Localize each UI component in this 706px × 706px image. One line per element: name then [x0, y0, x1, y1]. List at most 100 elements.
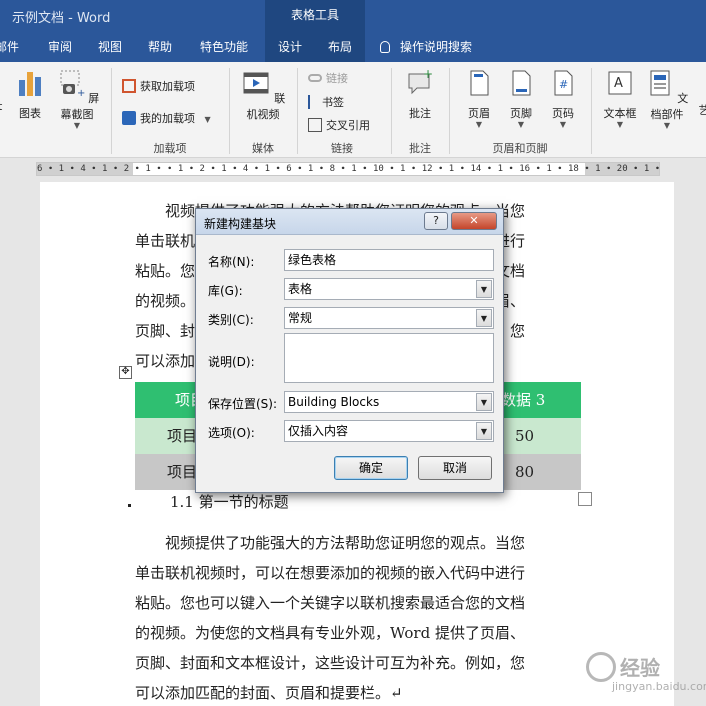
store-icon: [122, 79, 136, 93]
cross-reference-icon: [308, 118, 322, 132]
chevron-down-icon: ▼: [616, 120, 624, 129]
tab-design[interactable]: 设计: [265, 30, 315, 62]
my-addins-label: 我的加载项: [140, 112, 195, 125]
svg-text:+: +: [77, 88, 85, 98]
group-label-links: 链接: [331, 142, 353, 155]
options-label: 选项(O):: [208, 426, 255, 440]
chevron-down-icon[interactable]: ▼: [476, 309, 492, 327]
category-label: 类别(C):: [208, 313, 254, 327]
get-addins-label: 获取加载项: [140, 80, 195, 93]
watermark-url: jingyan.baidu.com: [612, 680, 706, 693]
film-icon: [243, 72, 269, 94]
paragraph-line: 页脚、封面和文本框设计，这些设计可互为补充。例如，您: [135, 654, 526, 672]
chevron-down-icon: ▼: [559, 120, 567, 129]
chevron-down-icon[interactable]: ▼: [476, 393, 492, 411]
baidu-paw-logo-icon: [586, 652, 616, 682]
dialog-title: 新建构建基块: [204, 217, 277, 231]
textbox-icon: A: [608, 71, 632, 95]
get-addins-button[interactable]: 获取加载项: [122, 78, 195, 94]
footer-label: 页脚: [510, 107, 532, 120]
description-label: 说明(D):: [208, 355, 255, 369]
help-button[interactable]: ?: [424, 212, 448, 230]
table-resize-handle[interactable]: [578, 492, 592, 506]
header-button[interactable]: 页眉 ▼: [462, 68, 496, 129]
table-cell[interactable]: 80: [515, 454, 534, 490]
options-value: 仅插入内容: [288, 424, 349, 438]
description-field[interactable]: [284, 333, 494, 383]
group-divider: [297, 68, 298, 154]
addins-cube-icon: [122, 111, 136, 125]
cancel-button[interactable]: 取消: [418, 456, 492, 480]
paragraph-line: 视频提供了功能强大的方法帮助您证明您的观点。当您: [165, 534, 526, 552]
ok-button[interactable]: 确定: [334, 456, 408, 480]
gallery-label: 库(G):: [208, 284, 243, 298]
tab-view[interactable]: 视图: [86, 30, 134, 62]
quick-parts-button[interactable]: 文档部件 ▼: [642, 68, 692, 130]
table-cell[interactable]: 项目: [167, 454, 197, 490]
link-label: 链接: [326, 72, 348, 85]
tab-mailings[interactable]: 邮件: [0, 30, 22, 62]
horizontal-ruler[interactable]: 6 ∙ 1 ∙ 4 ∙ 1 ∙ 2 ∙ 1 ∙ ∙ 1 ∙ 2 ∙ 1 ∙ 4 …: [36, 162, 660, 176]
chevron-down-icon[interactable]: ▼: [476, 280, 492, 298]
insert-cut-label[interactable]: t: [0, 100, 2, 113]
context-tool-label: 表格工具: [265, 0, 365, 30]
dialog-body: 名称(N): 绿色表格 库(G): 表格 ▼ 类别(C): 常规 ▼ 说明(D)…: [200, 237, 500, 489]
title-bar: 示例文档 - Word 表格工具: [0, 0, 706, 30]
chart-icon: [19, 72, 41, 96]
comment-button[interactable]: + 批注: [402, 67, 438, 121]
tab-help[interactable]: 帮助: [136, 30, 184, 62]
page-number-button[interactable]: # 页码 ▼: [546, 68, 580, 129]
gallery-select[interactable]: 表格 ▼: [284, 278, 494, 300]
section-heading[interactable]: 1.1 第一节的标题: [170, 491, 289, 512]
tab-special-features[interactable]: 特色功能: [190, 30, 258, 62]
page-number-label: 页码: [552, 107, 574, 120]
table-cell[interactable]: 项目: [167, 418, 197, 454]
online-video-button[interactable]: 联机视频: [236, 68, 290, 122]
name-field[interactable]: 绿色表格: [284, 249, 494, 271]
chevron-down-icon[interactable]: ▼: [476, 422, 492, 440]
lightbulb-icon: [380, 41, 390, 53]
link-icon: [308, 74, 322, 82]
wordart-cut-label[interactable]: 艺: [694, 102, 706, 118]
textbox-button[interactable]: A 文本框 ▼: [600, 68, 640, 129]
tell-me-label: 操作说明搜索: [400, 40, 473, 54]
bookmark-flag-icon: [308, 95, 318, 109]
svg-text:A: A: [614, 76, 623, 91]
svg-text:+: +: [423, 68, 433, 81]
screenshot-icon: +: [60, 70, 85, 99]
tab-layout[interactable]: 布局: [315, 30, 365, 62]
save-in-select[interactable]: Building Blocks ▼: [284, 391, 494, 413]
paragraph-2[interactable]: 视频提供了功能强大的方法帮助您证明您的观点。当您 单击联机视频时，可以在想要添加…: [135, 528, 579, 706]
gallery-value: 表格: [288, 282, 313, 296]
link-button[interactable]: 链接: [308, 70, 348, 86]
my-addins-button[interactable]: 我的加载项 ▼: [122, 110, 211, 126]
chart-button[interactable]: 图表: [14, 68, 46, 121]
watermark-text: 经验: [620, 656, 660, 680]
paragraph-line: 粘贴。您也可以键入一个关键字以联机搜索最适合您的文档: [135, 594, 526, 612]
name-label: 名称(N):: [208, 255, 255, 269]
paragraph-line: 可以添加匹配的封面、页眉和提要栏。↵: [135, 684, 403, 702]
tab-review[interactable]: 审阅: [36, 30, 84, 62]
group-label-comments: 批注: [409, 142, 431, 155]
cross-reference-button[interactable]: 交叉引用: [308, 117, 370, 133]
group-label-header-footer: 页眉和页脚: [492, 142, 548, 155]
options-select[interactable]: 仅插入内容 ▼: [284, 420, 494, 442]
group-label-addins: 加载项: [153, 142, 187, 155]
chevron-down-icon: ▼: [204, 115, 211, 124]
tell-me-search[interactable]: 操作说明搜索: [380, 30, 472, 62]
table-cell[interactable]: 50: [515, 418, 534, 454]
group-divider: [229, 68, 230, 154]
group-divider: [391, 68, 392, 154]
footer-button[interactable]: 页脚 ▼: [504, 68, 538, 129]
header-page-icon: [470, 70, 489, 96]
table-move-handle[interactable]: ✥: [119, 366, 132, 379]
dialog-title-bar[interactable]: 新建构建基块 ? ✕: [196, 209, 503, 235]
close-button[interactable]: ✕: [451, 212, 497, 230]
new-building-block-dialog: 新建构建基块 ? ✕ 名称(N): 绿色表格 库(G): 表格 ▼ 类别(C):…: [195, 208, 504, 493]
paragraph-line: 单击联机视频时，可以在想要添加的视频的嵌入代码中进行: [135, 564, 526, 582]
category-select[interactable]: 常规 ▼: [284, 307, 494, 329]
ruler-ticks: 6 ∙ 1 ∙ 4 ∙ 1 ∙ 2 ∙ 1 ∙ ∙ 1 ∙ 2 ∙ 1 ∙ 4 …: [37, 164, 660, 174]
screenshot-button[interactable]: + 屏幕截图 ▼: [50, 68, 104, 130]
bookmark-button[interactable]: 书签: [308, 94, 344, 110]
table-header-cell[interactable]: 数据 3: [501, 382, 545, 418]
